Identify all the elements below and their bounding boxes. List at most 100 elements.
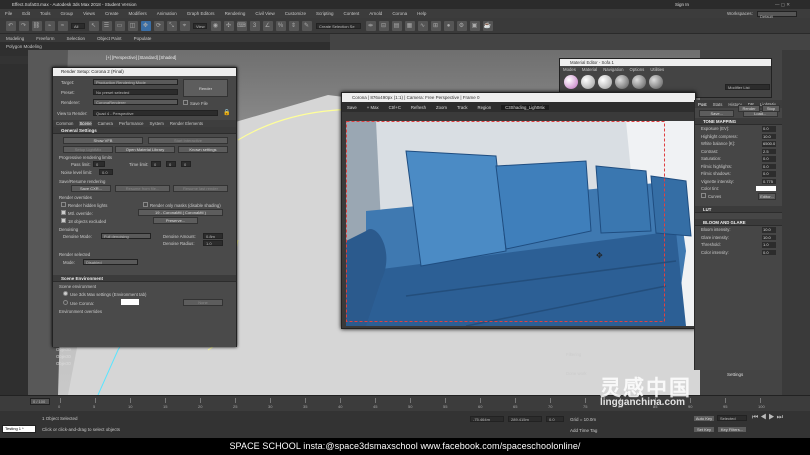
me-menu-material[interactable]: Material (582, 67, 597, 72)
menu-corona[interactable]: Corona (392, 9, 407, 18)
named-selection-dropdown[interactable]: Create Selection Se (316, 22, 361, 29)
selection-filter-dropdown[interactable]: All (71, 22, 85, 29)
tm-white-balance-value[interactable]: 6500.0 (762, 141, 776, 147)
window-crossing-icon[interactable]: ◫ (127, 20, 138, 31)
menu-rendering[interactable]: Rendering (225, 9, 246, 18)
denoise-mode-dropdown[interactable]: Full denoising (101, 233, 151, 239)
preserve-button[interactable]: Preserve... (153, 217, 198, 224)
tab-scene[interactable]: Scene (79, 121, 92, 126)
fb-refresh-button[interactable]: Refresh (411, 105, 426, 110)
denoise-amount-field[interactable]: 0.8m (203, 233, 223, 239)
time-slider[interactable]: 0 / 100 (30, 398, 50, 405)
tm-saturation-value[interactable]: 0.0 (762, 156, 776, 162)
ribbon-tab-freeform[interactable]: Freeform (36, 36, 54, 41)
render-setup-icon[interactable]: ⚙ (456, 20, 467, 31)
denoise-radius-field[interactable]: 1.0 (203, 240, 223, 246)
curve-editor-icon[interactable]: ∿ (417, 20, 428, 31)
glare-intensity-value[interactable]: 10.0 (762, 234, 776, 240)
general-settings-header[interactable]: General Settings (53, 127, 236, 134)
me-menu-options[interactable]: Options (630, 67, 645, 72)
corona-env-color-swatch[interactable] (121, 299, 139, 305)
time-limit-seconds[interactable]: 0 (181, 161, 191, 167)
render-hidden-lights-checkbox[interactable]: Render hidden lights (61, 202, 107, 208)
render-button[interactable]: Render (183, 79, 228, 97)
workspaces-dropdown[interactable]: Default (757, 10, 797, 19)
menu-edit[interactable]: Edit (22, 9, 30, 18)
bloom-intensity-value[interactable]: 10.0 (762, 227, 776, 233)
tm-highlight-value[interactable]: 10.0 (762, 133, 776, 139)
rendered-image[interactable]: ✥ (346, 121, 696, 326)
fb-region-button[interactable]: Region (478, 105, 492, 110)
render-only-masks-checkbox[interactable]: Render only masks (disable shading) (143, 202, 221, 208)
fb-to-max-button[interactable]: + Max (367, 105, 379, 110)
select-manipulate-icon[interactable]: ✣ (223, 20, 234, 31)
redo-icon[interactable]: ↷ (18, 20, 29, 31)
tm-filmic-highlights-value[interactable]: 0.0 (762, 163, 776, 169)
save-file-checkbox[interactable]: Save File (183, 100, 208, 106)
percent-snap-icon[interactable]: % (275, 20, 286, 31)
fb-stop-button[interactable]: Stop (762, 105, 780, 112)
layer-explorer-icon[interactable]: ▤ (391, 20, 402, 31)
start-interactive-button[interactable]: Start Interactive (148, 137, 228, 144)
list-item[interactable]: Object0 (34, 346, 80, 353)
move-icon[interactable]: ✥ (140, 20, 151, 31)
bloom-glare-header[interactable]: BLOOM AND GLARE (695, 219, 782, 226)
angle-snap-icon[interactable]: ∠ (262, 20, 273, 31)
material-slot-sphere[interactable] (615, 75, 629, 89)
rect-select-icon[interactable]: ▭ (114, 20, 125, 31)
menu-animation[interactable]: Animation (157, 9, 177, 18)
fb-zoom-button[interactable]: Zoom (436, 105, 447, 110)
list-item[interactable]: Object0 (34, 360, 80, 367)
ref-coord-dropdown[interactable]: View (193, 22, 207, 29)
time-limit-minutes[interactable]: 0 (166, 161, 176, 167)
tab-performance[interactable]: Performance (119, 121, 144, 126)
me-menu-utilities[interactable]: Utilities (650, 67, 664, 72)
toggle-ribbon-icon[interactable]: ▦ (404, 20, 415, 31)
menu-help[interactable]: Help (417, 9, 426, 18)
rotate-icon[interactable]: ⟳ (153, 20, 164, 31)
fb-lightmix-dropdown[interactable]: C3Shading_LightMix (501, 104, 549, 110)
unlink-icon[interactable]: ⌁ (44, 20, 55, 31)
ribbon-tab-populate[interactable]: Populate (134, 36, 152, 41)
time-limit-hours[interactable]: 0 (151, 161, 161, 167)
pivot-icon[interactable]: ◉ (210, 20, 221, 31)
me-menu-navigation[interactable]: Navigation (603, 67, 623, 72)
key-filters-button[interactable]: Key Filters... (717, 426, 747, 433)
menu-graph-editors[interactable]: Graph Editors (187, 9, 215, 18)
fb-render-button[interactable]: Render (738, 105, 760, 112)
ribbon-tab-object-paint[interactable]: Object Paint (97, 36, 122, 41)
objects-excluded-checkbox[interactable]: 18 objects excluded (61, 218, 106, 224)
ribbon-tab-modeling[interactable]: Modeling (6, 36, 24, 41)
curves-editor-button[interactable]: Editor... (758, 192, 776, 200)
menu-arnold[interactable]: Arnold (369, 9, 382, 18)
pass-limit-field[interactable]: 0 (93, 161, 105, 167)
fb-track-button[interactable]: Track (457, 105, 468, 110)
threshold-value[interactable]: 1.0 (762, 242, 776, 248)
undo-icon[interactable]: ↶ (5, 20, 16, 31)
edit-named-selection-icon[interactable]: ✎ (301, 20, 312, 31)
place-icon[interactable]: ⌖ (179, 20, 190, 31)
tm-vignette-value[interactable]: 0.775 (762, 178, 776, 184)
tab-system[interactable]: System (150, 121, 164, 126)
fb-save-button[interactable]: Save (347, 105, 357, 110)
tone-mapping-header[interactable]: TONE MAPPING (695, 118, 782, 125)
scene-environment-header[interactable]: Scene Environment (53, 275, 236, 282)
viewport-label[interactable]: [+] [Perspective] [Standard] [Shaded] (106, 55, 176, 60)
noise-limit-field[interactable]: 0.0 (99, 169, 113, 175)
add-time-tag[interactable]: Add Time Tag (570, 428, 597, 433)
select-object-icon[interactable]: ↖ (88, 20, 99, 31)
lock-icon[interactable]: 🔒 (223, 109, 230, 116)
mtl-override-button[interactable]: 19 - CoronaMtl ( CoronaMtl ) (138, 209, 223, 216)
tm-contrast-value[interactable]: 2.5 (762, 148, 776, 154)
y-coordinate[interactable]: 289.415m (508, 416, 542, 422)
menu-tools[interactable]: Tools (40, 9, 51, 18)
z-coordinate[interactable]: 0.0 (546, 416, 564, 422)
use-3ds-radio[interactable]: Use 3ds Max settings (Environment tab) (63, 291, 146, 297)
modifier-list-dropdown[interactable]: Modifier List (725, 84, 770, 90)
set-key-button[interactable]: Set Key (693, 426, 715, 433)
ribbon-tab-selection[interactable]: Selection (67, 36, 86, 41)
tab-render-elements[interactable]: Render Elements (170, 121, 203, 126)
playback-controls-icon[interactable]: ⏮ ◀ ▶ ⏭ (752, 414, 783, 422)
maxscript-listener[interactable]: Testing 1 * (2, 425, 36, 433)
render-selected-mode-dropdown[interactable]: Disabled (83, 259, 138, 265)
